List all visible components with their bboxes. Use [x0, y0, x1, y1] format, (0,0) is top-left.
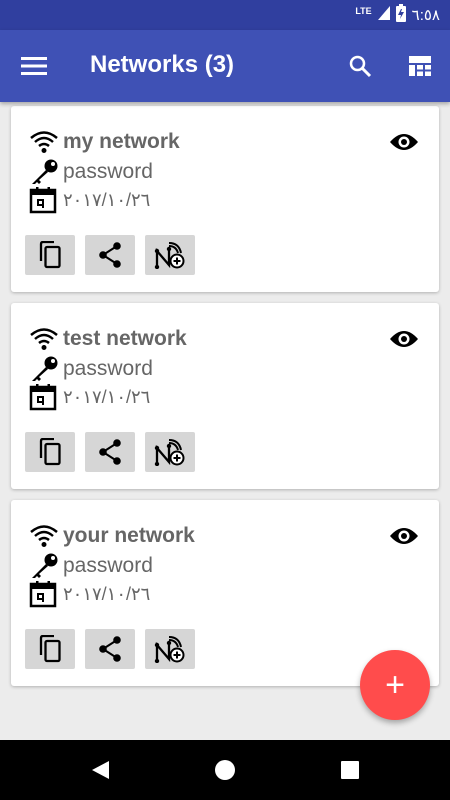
- share-button[interactable]: [85, 629, 135, 669]
- network-name-row: your network: [29, 522, 195, 550]
- password-text: password: [63, 160, 153, 183]
- home-button[interactable]: [211, 756, 239, 784]
- card-actions: [25, 235, 195, 275]
- clock: ٦:٥٨: [411, 7, 440, 24]
- network-type: LTE: [355, 6, 372, 16]
- key-icon: [29, 355, 63, 383]
- app-bar: Networks (3): [0, 30, 450, 102]
- calendar-icon: [29, 383, 63, 411]
- nfc-write-button[interactable]: [145, 629, 195, 669]
- wifi-icon: [29, 325, 63, 353]
- copy-icon: [39, 241, 61, 269]
- password-row: password: [29, 355, 153, 383]
- wifi-icon: [29, 128, 63, 156]
- nfc-add-icon: [154, 439, 185, 466]
- calendar-icon: [29, 580, 63, 608]
- nfc-add-icon: [154, 636, 185, 663]
- menu-button[interactable]: [16, 48, 52, 84]
- layout-toggle-button[interactable]: [402, 48, 438, 84]
- signal-icon: [377, 6, 390, 24]
- password-text: password: [63, 357, 153, 380]
- share-button[interactable]: [85, 235, 135, 275]
- key-icon: [29, 158, 63, 186]
- card-actions: [25, 629, 195, 669]
- copy-button[interactable]: [25, 629, 75, 669]
- date-row: ٢٠١٧/١٠/٢٦: [29, 186, 150, 214]
- network-name-row: my network: [29, 128, 180, 156]
- key-icon: [29, 552, 63, 580]
- date-text: ٢٠١٧/١٠/٢٦: [63, 583, 151, 604]
- nfc-write-button[interactable]: [145, 432, 195, 472]
- date-row: ٢٠١٧/١٠/٢٦: [29, 580, 150, 608]
- share-icon: [99, 439, 121, 465]
- password-row: password: [29, 158, 153, 186]
- network-name: your network: [63, 524, 195, 547]
- date-text: ٢٠١٧/١٠/٢٦: [63, 189, 151, 210]
- nfc-add-icon: [154, 242, 185, 269]
- show-password-button[interactable]: [387, 128, 421, 156]
- recents-icon: [341, 761, 359, 779]
- network-card[interactable]: test network password ٢٠١٧/١٠/٢٦: [11, 303, 439, 489]
- layout-icon: [409, 56, 431, 76]
- date-text: ٢٠١٧/١٠/٢٦: [63, 386, 151, 407]
- search-button[interactable]: [342, 48, 378, 84]
- copy-icon: [39, 438, 61, 466]
- home-icon: [215, 760, 235, 780]
- page-title: Networks (3): [90, 51, 235, 78]
- show-password-button[interactable]: [387, 325, 421, 353]
- add-network-button[interactable]: +: [360, 650, 430, 720]
- add-icon: +: [385, 666, 405, 704]
- network-name: my network: [63, 130, 180, 153]
- back-button[interactable]: [86, 756, 114, 784]
- copy-button[interactable]: [25, 235, 75, 275]
- share-icon: [99, 636, 121, 662]
- eye-icon: [390, 134, 418, 150]
- network-name: test network: [63, 327, 187, 350]
- battery-charging-icon: [395, 4, 406, 26]
- eye-icon: [390, 331, 418, 347]
- search-icon: [349, 55, 372, 78]
- recents-button[interactable]: [336, 756, 364, 784]
- back-icon: [92, 761, 109, 779]
- network-name-row: test network: [29, 325, 187, 353]
- copy-button[interactable]: [25, 432, 75, 472]
- date-row: ٢٠١٧/١٠/٢٦: [29, 383, 150, 411]
- eye-icon: [390, 528, 418, 544]
- share-icon: [99, 242, 121, 268]
- calendar-icon: [29, 186, 63, 214]
- share-button[interactable]: [85, 432, 135, 472]
- wifi-icon: [29, 522, 63, 550]
- network-card[interactable]: my network password ٢٠١٧/١٠/٢٦: [11, 106, 439, 292]
- show-password-button[interactable]: [387, 522, 421, 550]
- copy-icon: [39, 635, 61, 663]
- password-row: password: [29, 552, 153, 580]
- status-bar: LTE ٦:٥٨: [0, 0, 450, 30]
- nfc-write-button[interactable]: [145, 235, 195, 275]
- card-actions: [25, 432, 195, 472]
- status-icons: LTE ٦:٥٨: [355, 4, 440, 26]
- system-nav-bar: [0, 740, 450, 800]
- menu-icon: [21, 57, 47, 75]
- password-text: password: [63, 554, 153, 577]
